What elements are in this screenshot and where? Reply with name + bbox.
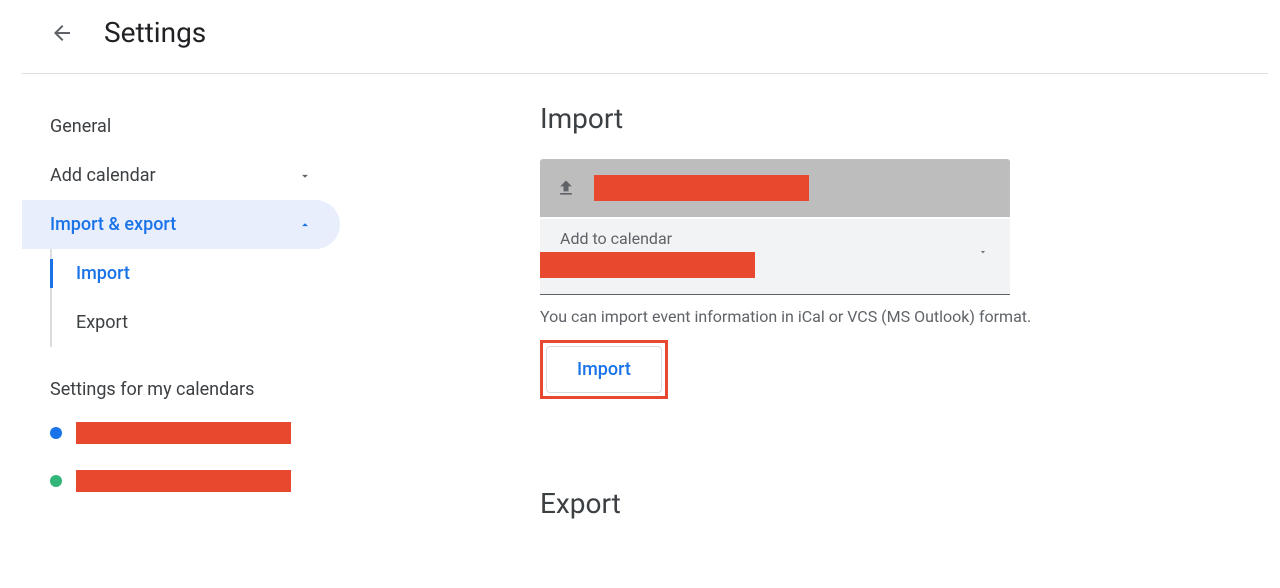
file-upload-field[interactable] [540,159,1010,217]
nav-add-calendar-label: Add calendar [50,165,156,186]
import-helper-text: You can import event information in iCal… [540,307,1080,326]
import-button-highlight: Import [540,340,668,399]
nav-add-calendar[interactable]: Add calendar [22,151,340,200]
sidebar: General Add calendar Import & export Imp… [0,102,340,520]
upload-icon [556,178,576,198]
sub-nav-import-label: Import [76,263,130,284]
add-to-calendar-select[interactable]: Add to calendar [540,219,1010,295]
page-title: Settings [104,16,206,49]
chevron-down-icon [298,169,312,183]
main-panel: Import Add to calendar You can import ev… [340,102,1280,520]
import-button[interactable]: Import [546,346,662,393]
calendar-color-dot-icon [50,427,62,439]
header: Settings [0,0,1280,73]
dropdown-icon [976,247,990,257]
sub-nav-export[interactable]: Export [52,298,340,347]
nav-import-export-label: Import & export [50,214,176,235]
sidebar-section-my-calendars: Settings for my calendars [22,347,340,414]
import-section-title: Import [540,102,1280,135]
calendar-name-redacted [76,422,291,444]
nav-general-label: General [50,116,111,137]
selected-calendar-redacted [540,252,755,278]
calendar-item-2[interactable] [22,462,340,510]
export-section-title: Export [540,487,1280,520]
calendar-name-redacted [76,470,291,492]
import-button-label: Import [577,359,631,380]
content: General Add calendar Import & export Imp… [0,74,1280,520]
chevron-up-icon [298,218,312,232]
sub-nav: Import Export [50,249,340,347]
nav-import-export[interactable]: Import & export [22,200,340,249]
file-name-redacted [594,175,809,201]
select-label: Add to calendar [560,229,996,248]
nav-general[interactable]: General [22,102,340,151]
sub-nav-export-label: Export [76,312,128,333]
calendar-item-1[interactable] [22,414,340,462]
sub-nav-import[interactable]: Import [52,249,340,298]
back-arrow-icon[interactable] [50,21,74,45]
calendar-color-dot-icon [50,475,62,487]
